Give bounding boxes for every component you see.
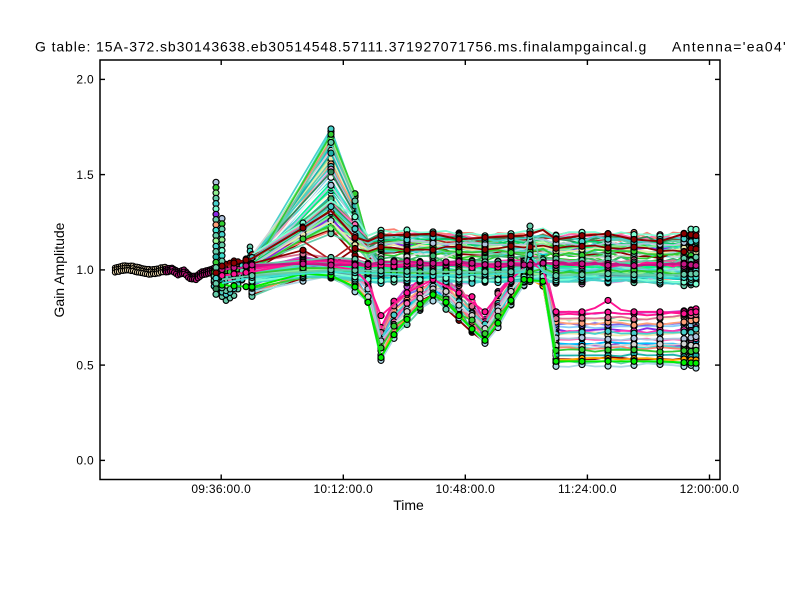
svg-text:2.0: 2.0 bbox=[76, 73, 94, 87]
svg-text:10:48:00.0: 10:48:00.0 bbox=[435, 482, 495, 496]
svg-text:G table: 15A-372.sb30143638.eb: G table: 15A-372.sb30143638.eb30514548.5… bbox=[35, 39, 647, 55]
svg-text:11:24:00.0: 11:24:00.0 bbox=[558, 482, 617, 496]
svg-text:Antenna='ea04': Antenna='ea04' bbox=[672, 39, 787, 55]
svg-text:1.0: 1.0 bbox=[76, 263, 94, 277]
svg-text:0.0: 0.0 bbox=[76, 454, 94, 468]
svg-text:Gain Amplitude: Gain Amplitude bbox=[51, 222, 67, 317]
svg-text:09:36:00.0: 09:36:00.0 bbox=[191, 482, 251, 496]
svg-text:12:00:00.0: 12:00:00.0 bbox=[680, 482, 740, 496]
svg-text:1.5: 1.5 bbox=[76, 168, 94, 182]
svg-text:0.5: 0.5 bbox=[76, 358, 94, 372]
svg-text:Time: Time bbox=[393, 497, 424, 513]
svg-text:10:12:00.0: 10:12:00.0 bbox=[313, 482, 373, 496]
